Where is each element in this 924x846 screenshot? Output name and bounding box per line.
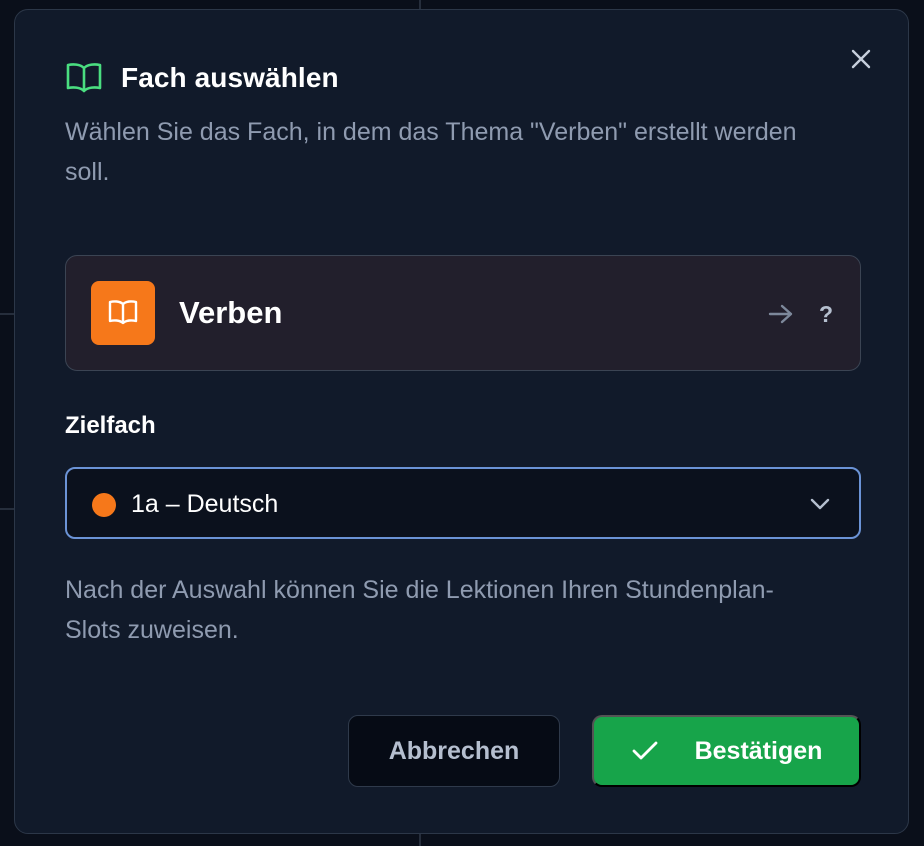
dialog-title: Fach auswählen [121,62,339,93]
chevron-down-icon [807,491,833,517]
help-icon[interactable]: ? [814,296,838,332]
topic-book-icon [91,281,155,345]
arrow-right-icon [766,299,796,329]
confirm-button[interactable]: Bestätigen [592,715,861,787]
dialog-subtitle: Wählen Sie das Fach, in dem das Thema "V… [65,118,797,186]
subject-color-dot [92,493,116,517]
hint-text: Nach der Auswahl können Sie die Lektione… [65,576,774,644]
dialog-header: Fach auswählen Wählen Sie das Fach, in d… [65,60,858,192]
target-subject-select[interactable]: 1a – Deutsch [65,467,861,539]
cancel-button[interactable]: Abbrechen [348,715,560,787]
check-icon [631,736,661,766]
topic-card: Verben ? [65,255,861,371]
topic-name: Verben [179,295,283,330]
background-tick [0,313,14,315]
select-subject-dialog: Fach auswählen Wählen Sie das Fach, in d… [14,9,909,834]
selected-subject: 1a – Deutsch [131,490,279,518]
background-line [419,834,421,846]
confirm-label: Bestätigen [694,736,823,765]
target-subject-label: Zielfach [65,412,156,439]
background-tick [0,508,14,510]
book-icon [65,60,103,96]
